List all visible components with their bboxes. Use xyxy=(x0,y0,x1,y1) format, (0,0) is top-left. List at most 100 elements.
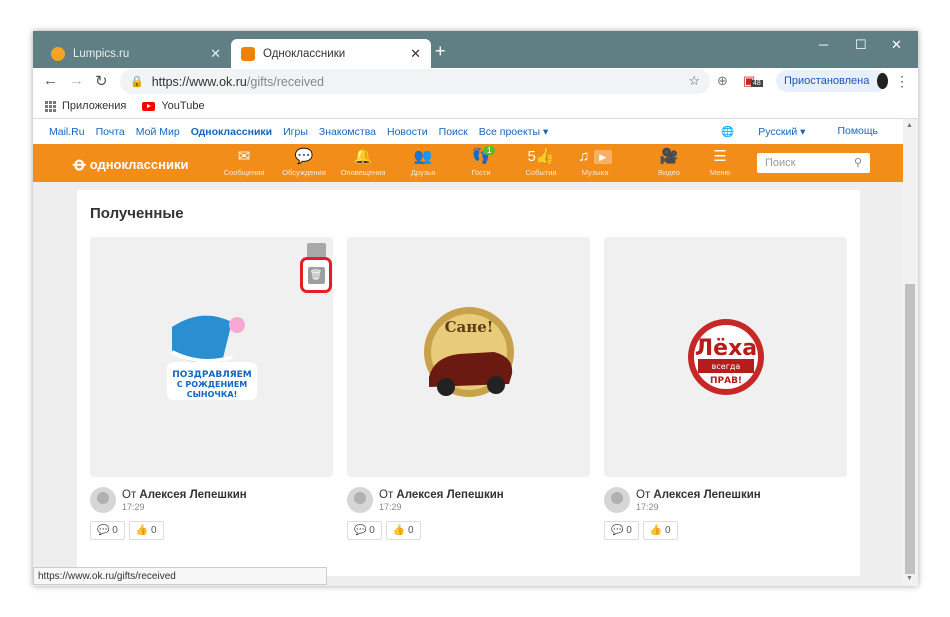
portal-link[interactable]: Все проекты ▾ xyxy=(479,126,548,138)
play-icon[interactable]: ▶ xyxy=(593,150,612,165)
address-bar[interactable]: 🔒 https://www.ok.ru/gifts/received ☆ xyxy=(120,69,710,94)
bookmark-youtube[interactable]: YouTube xyxy=(142,100,205,112)
search-icon[interactable]: ⚲ xyxy=(854,156,862,169)
gifts-panel: Полученные ПОЗДРАВЛЯЕМ С РОЖДЕНИЕМ СЫНОЧ… xyxy=(77,190,860,576)
portal-link[interactable]: Новости xyxy=(387,126,428,138)
portal-link[interactable]: Игры xyxy=(283,126,308,138)
forward-icon[interactable]: → xyxy=(69,72,84,89)
scroll-up-icon[interactable]: ▲ xyxy=(906,122,913,129)
maximize-button[interactable]: ☐ xyxy=(855,37,867,53)
avatar[interactable] xyxy=(604,487,630,513)
extension-badge: 48 xyxy=(751,80,763,87)
guests-badge: 1 xyxy=(483,146,496,155)
scroll-thumb[interactable] xyxy=(905,284,915,574)
like-button[interactable]: 👍 0 xyxy=(128,521,164,540)
nav-events[interactable]: 5👍 События xyxy=(513,147,569,177)
portal-link[interactable]: Mail.Ru xyxy=(49,126,85,138)
comment-button[interactable]: 💬 0 xyxy=(347,521,382,540)
youtube-icon xyxy=(142,101,156,111)
ok-favicon-icon xyxy=(241,46,255,61)
portal-link[interactable]: Поиск xyxy=(439,126,468,138)
nav-guests[interactable]: 👣 1 Гости xyxy=(453,146,509,177)
nav-discussions[interactable]: 💬 Обсуждения xyxy=(276,147,332,177)
bookmark-label: YouTube xyxy=(161,100,205,112)
gift-image[interactable]: ПОЗДРАВЛЯЕМ С РОЖДЕНИЕМ СЫНОЧКА! 🗑 xyxy=(90,237,333,477)
gift-actions: 💬 0 👍 0 xyxy=(604,521,847,540)
url-path: /gifts/received xyxy=(246,74,325,89)
language-select[interactable]: 🌐 Русский ▾ xyxy=(711,125,816,138)
gift-image[interactable]: Сане! xyxy=(347,237,590,477)
delete-gift-button[interactable]: 🗑 xyxy=(300,257,332,293)
nav-menu[interactable]: ☰ Меню xyxy=(692,147,748,177)
from-prefix: От xyxy=(122,488,137,501)
nav-label: Меню xyxy=(709,168,731,177)
gift-time: 17:29 xyxy=(636,501,659,512)
reload-icon[interactable]: ↻ xyxy=(95,72,108,90)
sender-name[interactable]: Алексея Лепешкин xyxy=(396,489,503,501)
baby-stroller-gift-icon: ПОЗДРАВЛЯЕМ С РОЖДЕНИЕМ СЫНОЧКА! xyxy=(166,315,257,400)
avatar[interactable] xyxy=(90,487,116,513)
page-title: Полученные xyxy=(90,205,184,222)
tab-lumpics[interactable]: Lumpics.ru ✕ xyxy=(41,39,231,68)
sender-name[interactable]: Алексея Лепешкин xyxy=(139,489,246,501)
tab-title: Lumpics.ru xyxy=(73,47,130,60)
scroll-down-icon[interactable]: ▼ xyxy=(906,575,913,582)
envelope-icon: ✉ xyxy=(237,148,251,165)
bookmarks-bar: Приложения YouTube xyxy=(33,94,918,119)
close-tab-icon[interactable]: ✕ xyxy=(210,46,221,62)
back-icon[interactable]: ← xyxy=(43,72,58,89)
vk-extension-icon[interactable]: ▣ 48 xyxy=(743,73,763,89)
sender-name[interactable]: Алексея Лепешкин xyxy=(653,489,760,501)
like-button[interactable]: 👍 0 xyxy=(642,521,678,540)
nav-label: Музыка xyxy=(581,168,609,177)
nav-friends[interactable]: 👥 Друзья xyxy=(395,147,451,177)
comment-button[interactable]: 💬 0 xyxy=(604,521,639,540)
language-label: Русский ▾ xyxy=(758,126,806,138)
nav-notifications[interactable]: 🔔 Оповещения xyxy=(335,147,391,177)
nav-video[interactable]: 🎥 Видео xyxy=(641,147,697,177)
nav-label: Друзья xyxy=(410,168,436,177)
nav-label: Видео xyxy=(658,168,680,177)
thumbs-up-icon: 👍 xyxy=(649,525,663,536)
like-button[interactable]: 👍 0 xyxy=(385,521,421,540)
globe-extension-icon[interactable]: ⊕ xyxy=(717,73,728,89)
gift-time: 17:29 xyxy=(379,501,402,512)
ok-search-input[interactable]: Поиск ⚲ xyxy=(757,153,870,173)
minimize-button[interactable]: ─ xyxy=(819,37,828,52)
svg-text:всегда: всегда xyxy=(711,362,740,371)
close-tab-icon[interactable]: ✕ xyxy=(410,46,421,62)
status-bar-url: https://www.ok.ru/gifts/received xyxy=(33,567,327,585)
page-viewport: Mail.Ru Почта Мой Мир Одноклассники Игры… xyxy=(33,119,918,586)
portal-link[interactable]: Одноклассники xyxy=(191,126,272,138)
comment-count: 0 xyxy=(369,525,375,536)
new-tab-button[interactable]: + xyxy=(435,41,446,62)
tab-odnoklassniki[interactable]: Одноклассники ✕ xyxy=(231,39,431,68)
page-scrollbar[interactable]: ▲ ▼ xyxy=(903,119,918,586)
gift-actions: 💬 0 👍 0 xyxy=(90,521,333,540)
bookmark-apps[interactable]: Приложения xyxy=(45,100,126,112)
url-domain: https://www.ok.ru xyxy=(151,74,247,89)
title-bar: Lumpics.ru ✕ Одноклассники ✕ + ─ ☐ ✕ xyxy=(33,31,918,68)
portal-link[interactable]: Мой Мир xyxy=(136,126,180,138)
nav-label: Оповещения xyxy=(340,168,386,177)
portal-link[interactable]: Почта xyxy=(96,126,125,138)
svg-text:Сане!: Сане! xyxy=(444,318,493,336)
nav-messages[interactable]: ✉ Сообщения xyxy=(216,147,272,177)
events-icon: 5👍 xyxy=(527,148,555,165)
browser-menu-icon[interactable]: ⋮ xyxy=(895,73,909,90)
avatar[interactable] xyxy=(347,487,373,513)
gift-image[interactable]: Лёха всегда ПРАВ! xyxy=(604,237,847,477)
nav-music[interactable]: ♫ ▶ Музыка xyxy=(567,147,623,177)
browser-window: Lumpics.ru ✕ Одноклассники ✕ + ─ ☐ ✕ ← →… xyxy=(33,31,918,586)
close-window-button[interactable]: ✕ xyxy=(891,37,902,53)
comment-icon: 💬 xyxy=(97,525,110,536)
ok-logo[interactable]: ꝋ одноклассники xyxy=(73,154,188,175)
profile-button[interactable]: Приостановлена xyxy=(776,70,888,92)
bookmark-star-icon[interactable]: ☆ xyxy=(688,73,700,89)
comment-button[interactable]: 💬 0 xyxy=(90,521,125,540)
portal-link[interactable]: Знакомства xyxy=(319,126,376,138)
help-link[interactable]: Помощь xyxy=(837,125,878,138)
gift-sender: От Алексея Лепешкин 17:29 xyxy=(604,487,847,513)
gift-card: ПОЗДРАВЛЯЕМ С РОЖДЕНИЕМ СЫНОЧКА! 🗑 От Ал… xyxy=(90,237,333,540)
tab-title: Одноклассники xyxy=(263,47,346,60)
